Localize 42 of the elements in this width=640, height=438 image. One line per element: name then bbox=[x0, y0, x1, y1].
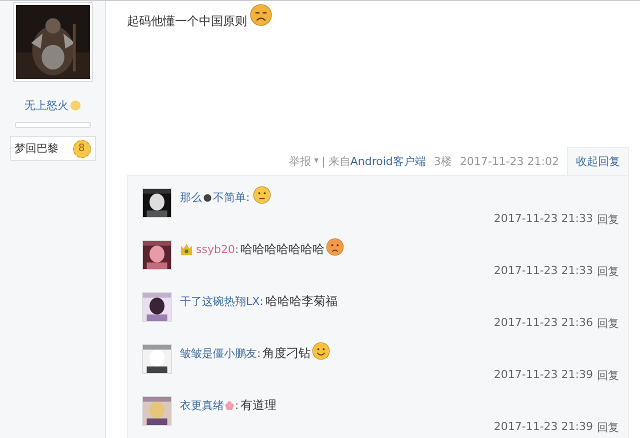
post-time: 2017-11-23 21:02 bbox=[460, 154, 559, 168]
floor-number: 3楼 bbox=[434, 154, 452, 168]
bomb-icon bbox=[203, 192, 212, 202]
level-badge-box[interactable]: 梦回巴黎 8 bbox=[10, 136, 96, 161]
reply-time: 2017-11-23 21:39 bbox=[494, 368, 593, 383]
user-name[interactable]: 皱皱是僵小鹏友 bbox=[180, 346, 257, 360]
user-name[interactable]: ssyb20 bbox=[196, 242, 235, 256]
badge-name: 梦回巴黎 bbox=[14, 141, 58, 156]
author-name[interactable]: 无上怒火 bbox=[24, 98, 68, 113]
client-link[interactable]: Android客户端 bbox=[350, 154, 426, 168]
reply-text: 有道理 bbox=[240, 396, 277, 414]
report-link[interactable]: 举报 bbox=[289, 154, 312, 168]
level-badge: 8 bbox=[72, 140, 90, 158]
colon: : bbox=[260, 294, 264, 308]
user-name[interactable]: 那么 bbox=[180, 190, 202, 204]
reply-text: 哈哈哈哈哈哈哈 bbox=[240, 240, 325, 258]
reply-text: 角度刁钻 bbox=[262, 344, 311, 362]
reply-time: 2017-11-23 21:36 bbox=[494, 316, 593, 331]
post-text: 起码他懂一个中国原则 bbox=[127, 13, 247, 30]
separator: | bbox=[322, 154, 326, 168]
colon: : bbox=[235, 398, 239, 412]
caret-icon[interactable]: ▾ bbox=[314, 156, 319, 166]
user-name-suffix[interactable]: 不简单 bbox=[213, 190, 246, 204]
source-label: 来自 bbox=[328, 154, 350, 168]
colon: : bbox=[246, 190, 250, 204]
user-name[interactable]: 干了这碗热翔LX bbox=[180, 294, 260, 308]
crown-icon bbox=[180, 242, 193, 256]
reply-link[interactable]: 回复 bbox=[597, 212, 619, 227]
flower-icon bbox=[225, 400, 234, 410]
colon: : bbox=[257, 346, 261, 360]
reply-time: 2017-11-23 21:33 bbox=[494, 264, 593, 279]
reply-text: 哈哈哈李菊福 bbox=[265, 292, 338, 310]
reply-link[interactable]: 回复 bbox=[597, 316, 619, 331]
colon: : bbox=[234, 242, 239, 256]
reply-link[interactable]: 回复 bbox=[597, 368, 619, 383]
reply-time: 2017-11-23 21:33 bbox=[494, 212, 593, 227]
reply-link[interactable]: 回复 bbox=[597, 420, 619, 435]
emoji-icon bbox=[70, 100, 80, 111]
user-name[interactable]: 衣更真绪 bbox=[180, 398, 224, 412]
reply-link[interactable]: 回复 bbox=[597, 264, 619, 279]
collapse-replies-tab[interactable]: 收起回复 bbox=[567, 147, 629, 175]
reply-time: 2017-11-23 21:39 bbox=[494, 420, 593, 435]
